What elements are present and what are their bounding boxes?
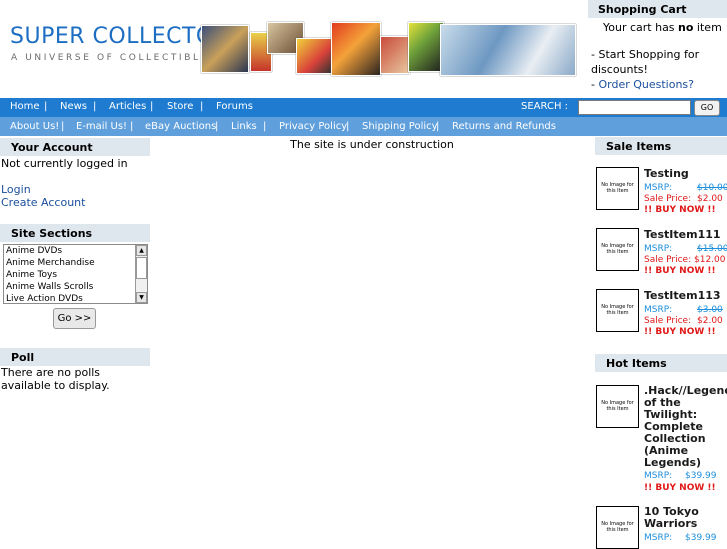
msrp-value: $39.99 bbox=[685, 533, 717, 543]
buy-now-link[interactable]: !! BUY NOW !! bbox=[644, 205, 716, 215]
secondary-nav: About Us! | E-mail Us! | eBay Auctions |… bbox=[0, 117, 727, 136]
cart-status-count: no bbox=[678, 21, 694, 34]
nav-separator: | bbox=[346, 121, 350, 132]
msrp-label: MSRP: bbox=[644, 471, 673, 481]
cart-status-suffix: item bbox=[693, 21, 722, 34]
buy-now-link[interactable]: !! BUY NOW !! bbox=[644, 327, 716, 337]
no-image-placeholder[interactable]: No Image for this Item bbox=[596, 385, 639, 428]
no-image-placeholder[interactable]: No Image for this Item bbox=[596, 506, 639, 549]
msrp-label: MSRP: bbox=[644, 183, 673, 193]
listbox-scrollbar[interactable]: ▲ ▼ bbox=[135, 245, 147, 303]
nav-separator: | bbox=[130, 121, 134, 132]
collage-thumb bbox=[201, 25, 249, 73]
cart-status: Your cart has no item bbox=[588, 20, 727, 35]
buy-now-link[interactable]: !! BUY NOW !! bbox=[644, 483, 716, 493]
list-item[interactable]: Anime Walls Scrolls bbox=[4, 281, 147, 293]
sale-price-label: Sale Price: bbox=[644, 316, 692, 326]
nav-returns-refunds[interactable]: Returns and Refunds bbox=[452, 121, 556, 132]
site-logo-tagline: A UNIVERSE OF COLLECTIBLES bbox=[11, 53, 218, 63]
header-collage-image bbox=[200, 20, 576, 78]
nav-separator: | bbox=[150, 101, 154, 112]
no-image-placeholder[interactable]: No Image for this Item bbox=[596, 228, 639, 271]
msrp-label: MSRP: bbox=[644, 244, 673, 254]
cart-status-prefix: Your cart has bbox=[603, 21, 679, 34]
site-sections-listbox[interactable]: Anime DVDs Anime Merchandise Anime Toys … bbox=[3, 244, 148, 304]
list-item[interactable]: Anime Merchandise bbox=[4, 257, 147, 269]
go-button[interactable]: Go >> bbox=[53, 308, 96, 329]
list-item[interactable]: Anime Toys bbox=[4, 269, 147, 281]
scroll-thumb[interactable] bbox=[136, 257, 147, 279]
collage-thumb bbox=[380, 36, 410, 74]
nav-email-us[interactable]: E-mail Us! bbox=[76, 121, 127, 132]
msrp-value: $3.00 bbox=[697, 305, 723, 315]
msrp-value: $10.00 bbox=[697, 183, 727, 193]
search-go-button[interactable]: GO bbox=[694, 100, 720, 116]
create-account-link[interactable]: Create Account bbox=[1, 196, 85, 209]
main-message: The site is under construction bbox=[290, 138, 454, 151]
sale-price-value: $2.00 bbox=[697, 194, 723, 204]
poll-heading: Poll bbox=[0, 348, 150, 366]
login-link[interactable]: Login bbox=[1, 183, 31, 196]
start-shopping-text: - Start Shopping for discounts! bbox=[591, 48, 700, 76]
nav-separator: | bbox=[436, 121, 440, 132]
nav-news[interactable]: News bbox=[60, 101, 87, 112]
sale-items-heading: Sale Items bbox=[595, 137, 727, 155]
item-name-link[interactable]: Testing bbox=[644, 168, 727, 180]
collage-thumb bbox=[408, 22, 444, 72]
account-status: Not currently logged in bbox=[1, 157, 128, 170]
nav-store[interactable]: Store bbox=[167, 101, 193, 112]
hot-items-heading: Hot Items bbox=[595, 354, 727, 372]
nav-separator: | bbox=[215, 121, 219, 132]
scroll-up-icon[interactable]: ▲ bbox=[136, 245, 147, 256]
site-logo-title[interactable]: SUPER COLLECTOR bbox=[10, 24, 230, 49]
msrp-value: $39.99 bbox=[685, 471, 717, 481]
msrp-label: MSRP: bbox=[644, 305, 673, 315]
search-label: SEARCH : bbox=[521, 101, 569, 112]
buy-now-link[interactable]: !! BUY NOW !! bbox=[644, 266, 716, 276]
sale-price-label: Sale Price: bbox=[644, 194, 692, 204]
msrp-label: MSRP: bbox=[644, 533, 673, 543]
nav-ebay-auctions[interactable]: eBay Auctions bbox=[145, 121, 216, 132]
shopping-cart-panel: Shopping Cart Your cart has no item - St… bbox=[588, 0, 727, 96]
msrp-value: $15.00 bbox=[697, 244, 727, 254]
poll-message: There are no polls available to display. bbox=[1, 366, 110, 392]
your-account-heading: Your Account bbox=[0, 138, 150, 156]
sale-price-value: $12.00 bbox=[694, 255, 726, 265]
site-sections-heading: Site Sections bbox=[0, 224, 150, 242]
collage-thumb bbox=[440, 24, 576, 76]
shopping-cart-heading: Shopping Cart bbox=[588, 0, 727, 18]
nav-separator: | bbox=[44, 101, 48, 112]
sale-price-label: Sale Price: bbox=[644, 255, 692, 265]
collage-thumb bbox=[331, 22, 381, 76]
item-name-link[interactable]: 10 Tokyo Warriors bbox=[644, 506, 727, 530]
nav-about-us[interactable]: About Us! bbox=[10, 121, 59, 132]
nav-separator: | bbox=[61, 121, 65, 132]
list-item[interactable]: Live Action DVDs bbox=[4, 293, 147, 303]
item-name-link[interactable]: TestItem113 bbox=[644, 290, 727, 302]
sale-price-value: $2.00 bbox=[697, 316, 723, 326]
nav-home[interactable]: Home bbox=[10, 101, 40, 112]
item-name-link[interactable]: TestItem111 bbox=[644, 229, 727, 241]
nav-shipping-policy[interactable]: Shipping Policy bbox=[362, 121, 438, 132]
nav-separator: | bbox=[93, 101, 97, 112]
no-image-placeholder[interactable]: No Image for this Item bbox=[596, 167, 639, 210]
nav-separator: | bbox=[263, 121, 267, 132]
no-image-placeholder[interactable]: No Image for this Item bbox=[596, 289, 639, 332]
item-name-link[interactable]: .Hack//Legend of the Twilight: Complete … bbox=[644, 385, 727, 469]
right-sidebar: Sale Items No Image for this Item Testin… bbox=[595, 137, 727, 549]
list-item[interactable]: Anime DVDs bbox=[4, 245, 147, 257]
nav-privacy-policy[interactable]: Privacy Policy bbox=[279, 121, 347, 132]
left-sidebar: Your Account Not currently logged in Log… bbox=[0, 138, 150, 545]
collage-thumb bbox=[296, 38, 332, 74]
order-questions-link[interactable]: Order Questions? bbox=[598, 78, 694, 91]
scroll-down-icon[interactable]: ▼ bbox=[136, 292, 147, 303]
nav-separator: | bbox=[200, 101, 204, 112]
nav-links[interactable]: Links bbox=[231, 121, 257, 132]
order-questions-line: - Order Questions? bbox=[588, 77, 727, 92]
search-input[interactable] bbox=[578, 100, 691, 115]
nav-forums[interactable]: Forums bbox=[216, 101, 253, 112]
nav-articles[interactable]: Articles bbox=[109, 101, 146, 112]
